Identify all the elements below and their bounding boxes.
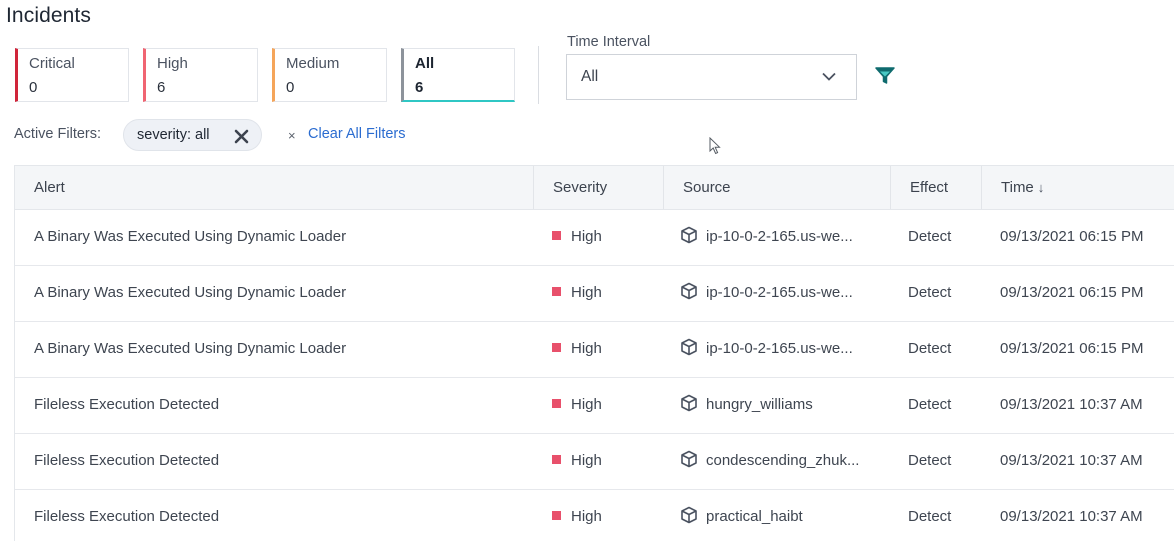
container-cube-icon <box>681 226 697 244</box>
alert-cell: Fileless Execution Detected <box>34 452 220 469</box>
source-cell: condescending_zhuk... <box>680 434 885 489</box>
severity-label: High <box>571 284 602 301</box>
filter-chip-label: severity: all <box>137 127 210 143</box>
table-row[interactable]: A Binary Was Executed Using Dynamic Load… <box>15 266 1174 322</box>
severity-card-critical[interactable]: Critical 0 <box>15 48 129 102</box>
severity-card-label: Critical <box>29 55 75 72</box>
time-interval-value: All <box>581 68 599 85</box>
severity-card-count: 0 <box>29 79 38 96</box>
column-header-time-label: Time <box>1001 179 1034 196</box>
time-interval-select[interactable]: All <box>566 54 857 100</box>
clear-all-filters-link[interactable]: Clear All Filters <box>308 126 406 142</box>
table-header: Alert Severity Source Effect Time ↓ <box>15 165 1174 210</box>
source-label: condescending_zhuk... <box>706 452 860 469</box>
column-header-time[interactable]: Time ↓ <box>981 166 1174 209</box>
severity-card-count: 6 <box>157 79 166 96</box>
severity-label: High <box>571 396 602 413</box>
time-interval-label: Time Interval <box>567 34 651 50</box>
toolbar-divider <box>538 46 539 104</box>
alert-cell: Fileless Execution Detected <box>34 508 220 525</box>
container-cube-icon <box>681 338 697 356</box>
alert-cell: A Binary Was Executed Using Dynamic Load… <box>34 284 347 301</box>
severity-cell: High <box>552 434 662 489</box>
severity-cell: High <box>552 322 662 377</box>
source-label: ip-10-0-2-165.us-we... <box>706 228 853 245</box>
container-cube-icon <box>681 450 697 468</box>
severity-high-marker <box>552 455 561 464</box>
severity-card-label: High <box>157 55 188 72</box>
effect-cell: Detect <box>908 396 952 413</box>
source-cell: ip-10-0-2-165.us-we... <box>680 210 885 265</box>
severity-cell: High <box>552 378 662 433</box>
severity-label: High <box>571 452 602 469</box>
time-cell: 09/13/2021 06:15 PM <box>1000 228 1144 245</box>
active-filters-label: Active Filters: <box>14 126 102 142</box>
time-cell: 09/13/2021 10:37 AM <box>1000 452 1143 469</box>
severity-high-marker <box>552 399 561 408</box>
source-cell: practical_haibt <box>680 490 885 541</box>
filter-chip-severity: severity: all <box>123 119 262 151</box>
severity-high-marker <box>552 231 561 240</box>
container-cube-icon <box>681 394 697 412</box>
source-label: ip-10-0-2-165.us-we... <box>706 340 853 357</box>
container-cube-icon <box>681 506 697 524</box>
chevron-down-icon <box>822 72 836 81</box>
severity-label: High <box>571 508 602 525</box>
column-header-source[interactable]: Source <box>663 166 890 209</box>
severity-label: High <box>571 228 602 245</box>
effect-cell: Detect <box>908 340 952 357</box>
severity-high-marker <box>552 287 561 296</box>
mouse-cursor-icon <box>709 137 721 155</box>
effect-cell: Detect <box>908 452 952 469</box>
sort-descending-icon: ↓ <box>1037 180 1045 195</box>
table-row[interactable]: Fileless Execution Detected High condesc… <box>15 434 1174 490</box>
source-label: ip-10-0-2-165.us-we... <box>706 284 853 301</box>
severity-cell: High <box>552 210 662 265</box>
column-header-alert[interactable]: Alert <box>15 166 533 209</box>
severity-card-count: 6 <box>415 79 424 96</box>
page-title: Incidents <box>6 4 91 27</box>
container-cube-icon <box>681 282 697 300</box>
close-icon[interactable] <box>234 129 249 144</box>
alert-cell: Fileless Execution Detected <box>34 396 220 413</box>
column-header-severity[interactable]: Severity <box>533 166 663 209</box>
effect-cell: Detect <box>908 508 952 525</box>
severity-card-label: All <box>415 55 435 72</box>
severity-card-medium[interactable]: Medium 0 <box>272 48 387 102</box>
effect-cell: Detect <box>908 284 952 301</box>
incidents-table: Alert Severity Source Effect Time ↓ A Bin… <box>14 165 1174 541</box>
table-row[interactable]: A Binary Was Executed Using Dynamic Load… <box>15 210 1174 266</box>
severity-cell: High <box>552 266 662 321</box>
table-row[interactable]: A Binary Was Executed Using Dynamic Load… <box>15 322 1174 378</box>
source-cell: ip-10-0-2-165.us-we... <box>680 322 885 377</box>
severity-high-marker <box>552 511 561 520</box>
time-cell: 09/13/2021 10:37 AM <box>1000 396 1143 413</box>
effect-cell: Detect <box>908 228 952 245</box>
time-cell: 09/13/2021 10:37 AM <box>1000 508 1143 525</box>
table-row[interactable]: Fileless Execution Detected High hungry_… <box>15 378 1174 434</box>
source-cell: ip-10-0-2-165.us-we... <box>680 266 885 321</box>
table-body: A Binary Was Executed Using Dynamic Load… <box>15 210 1174 541</box>
severity-label: High <box>571 340 602 357</box>
severity-card-all[interactable]: All 6 <box>401 48 515 102</box>
alert-cell: A Binary Was Executed Using Dynamic Load… <box>34 228 347 245</box>
source-cell: hungry_williams <box>680 378 885 433</box>
time-cell: 09/13/2021 06:15 PM <box>1000 284 1144 301</box>
filter-funnel-icon[interactable] <box>874 66 896 86</box>
incidents-page: Incidents Critical 0 High 6 Medium 0 All… <box>0 0 1174 541</box>
table-row[interactable]: Fileless Execution Detected High practic… <box>15 490 1174 541</box>
alert-cell: A Binary Was Executed Using Dynamic Load… <box>34 340 347 357</box>
column-header-effect[interactable]: Effect <box>890 166 981 209</box>
severity-high-marker <box>552 343 561 352</box>
severity-cell: High <box>552 490 662 541</box>
severity-card-label: Medium <box>286 55 340 72</box>
time-cell: 09/13/2021 06:15 PM <box>1000 340 1144 357</box>
source-label: hungry_williams <box>706 396 813 413</box>
severity-card-high[interactable]: High 6 <box>143 48 258 102</box>
clear-filters-icon[interactable]: × <box>288 128 296 143</box>
source-label: practical_haibt <box>706 508 803 525</box>
severity-card-count: 0 <box>286 79 295 96</box>
